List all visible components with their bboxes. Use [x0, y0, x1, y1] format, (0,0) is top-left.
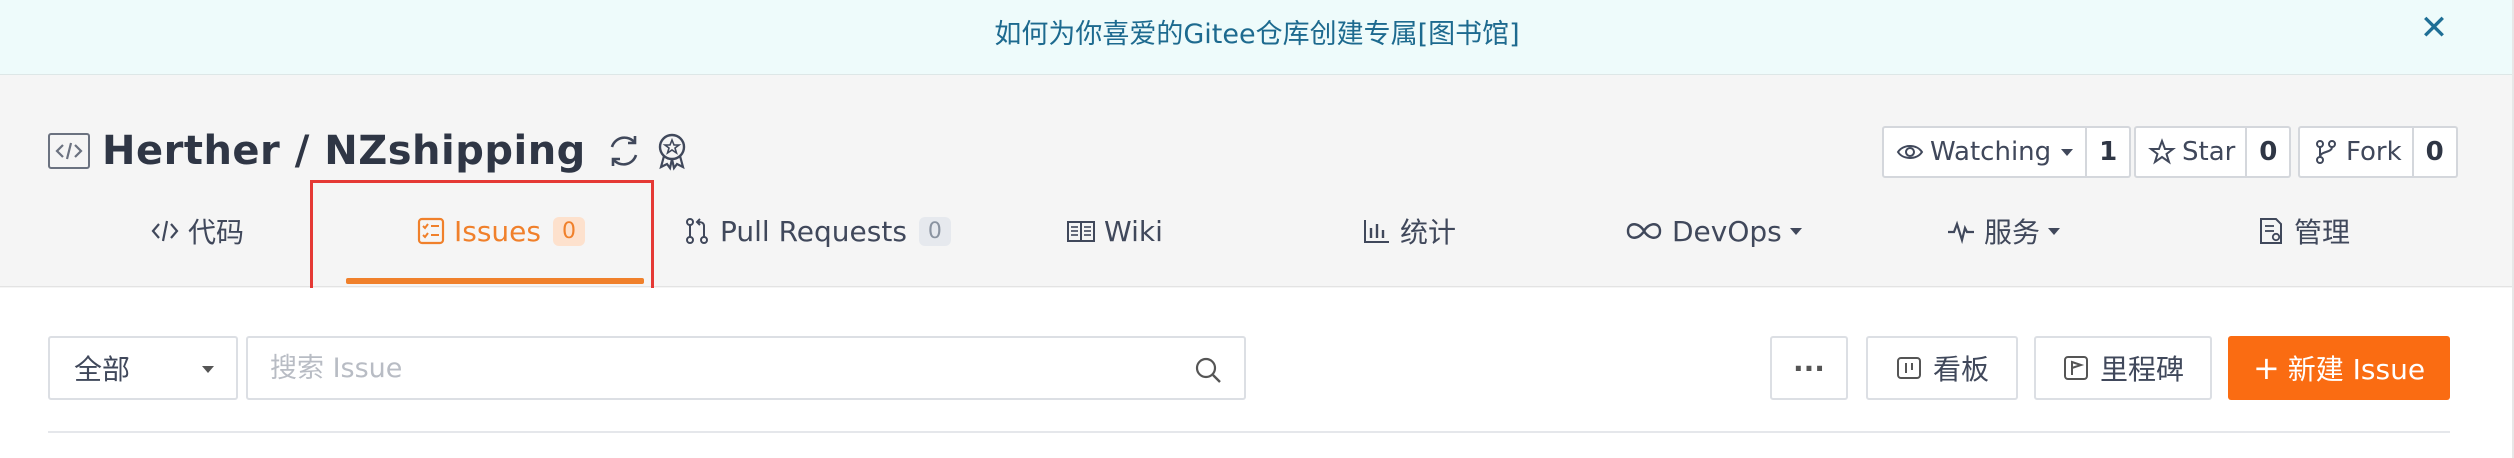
- star-label: Star: [2182, 137, 2236, 167]
- highlight-box: [310, 180, 654, 296]
- board-button[interactable]: 看板: [1866, 336, 2018, 400]
- code-repo-icon: [48, 133, 90, 169]
- code-icon: [151, 220, 179, 242]
- pull-request-icon: [686, 218, 708, 244]
- star-group: Star 0: [2134, 126, 2292, 178]
- issue-search: [246, 336, 1246, 400]
- pull-requests-count-badge: 0: [918, 216, 951, 246]
- search-icon[interactable]: [1192, 354, 1224, 386]
- close-icon[interactable]: ✕: [2414, 8, 2454, 48]
- issue-filter-select[interactable]: 全部: [48, 336, 238, 400]
- announcement-link[interactable]: 如何为你喜爱的Gitee仓库创建专属[图书馆]: [0, 12, 2514, 51]
- watch-button[interactable]: Watching: [1882, 126, 2088, 178]
- more-icon: ···: [1793, 351, 1825, 385]
- wiki-icon: [1067, 221, 1095, 242]
- tab-manage-label: 管理: [2294, 216, 2351, 249]
- fork-button[interactable]: Fork: [2298, 126, 2414, 178]
- watch-label: Watching: [1930, 137, 2052, 167]
- fork-group: Fork 0: [2298, 126, 2458, 178]
- watch-group: Watching 1: [1882, 126, 2132, 178]
- watch-count[interactable]: 1: [2087, 126, 2132, 178]
- pulse-icon: [1948, 220, 1974, 245]
- announcement-bar: 如何为你喜爱的Gitee仓库创建专属[图书馆] ✕: [0, 0, 2514, 75]
- code-brackets-glyph: [55, 142, 83, 160]
- divider: [48, 431, 2450, 433]
- search-input[interactable]: [270, 352, 1170, 384]
- star-button[interactable]: Star: [2134, 126, 2248, 178]
- fork-label: Fork: [2346, 137, 2402, 167]
- new-issue-label: 新建 Issue: [2287, 353, 2426, 386]
- milestone-button[interactable]: 里程碑: [2034, 336, 2212, 400]
- board-icon: [1896, 357, 1921, 379]
- tab-pull-requests[interactable]: Pull Requests 0: [682, 176, 951, 286]
- tab-wiki-label: Wiki: [1104, 214, 1163, 248]
- new-issue-button[interactable]: + 新建 Issue: [2228, 336, 2450, 400]
- tab-stats[interactable]: 统计: [1362, 176, 1456, 286]
- more-button[interactable]: ···: [1770, 336, 1848, 400]
- recommend-badge-icon[interactable]: [652, 131, 692, 171]
- tab-stats-label: 统计: [1400, 216, 1457, 249]
- infinity-icon: [1626, 223, 1662, 239]
- tab-devops-label: DevOps: [1672, 214, 1782, 248]
- issues-content: 全部 ··· 看板 里程碑 + 新建 Issue: [0, 288, 2514, 458]
- tab-code-label: 代码: [188, 216, 245, 249]
- tab-devops[interactable]: DevOps: [1624, 176, 1802, 286]
- fork-count[interactable]: 0: [2413, 126, 2458, 178]
- milestone-label: 里程碑: [2099, 353, 2184, 386]
- tab-services[interactable]: 服务: [1946, 176, 2061, 286]
- fork-icon: [2316, 140, 2336, 164]
- tab-wiki[interactable]: Wiki: [1066, 176, 1163, 286]
- issue-filter-value: 全部: [74, 353, 131, 386]
- sync-icon[interactable]: [604, 131, 644, 171]
- repo-title-row: Herther / NZshipping: [48, 126, 692, 176]
- repo-title[interactable]: Herther / NZshipping: [102, 128, 586, 174]
- star-count[interactable]: 0: [2247, 126, 2292, 178]
- tab-code[interactable]: 代码: [150, 176, 244, 286]
- eye-icon: [1896, 145, 1924, 159]
- manage-icon: [2260, 218, 2282, 244]
- board-label: 看板: [1932, 353, 1989, 386]
- chevron-down-icon: [2061, 148, 2074, 156]
- chevron-down-icon: [202, 366, 214, 373]
- star-icon: [2148, 138, 2176, 165]
- chevron-down-icon: [2048, 227, 2061, 235]
- chart-icon: [1364, 220, 1389, 243]
- plus-icon: +: [2252, 349, 2280, 387]
- tab-pull-requests-label: Pull Requests: [720, 214, 907, 248]
- tab-manage[interactable]: 管理: [2256, 176, 2350, 286]
- milestone-icon: [2063, 356, 2088, 380]
- tab-services-label: 服务: [1984, 216, 2041, 249]
- chevron-down-icon: [1789, 227, 1802, 235]
